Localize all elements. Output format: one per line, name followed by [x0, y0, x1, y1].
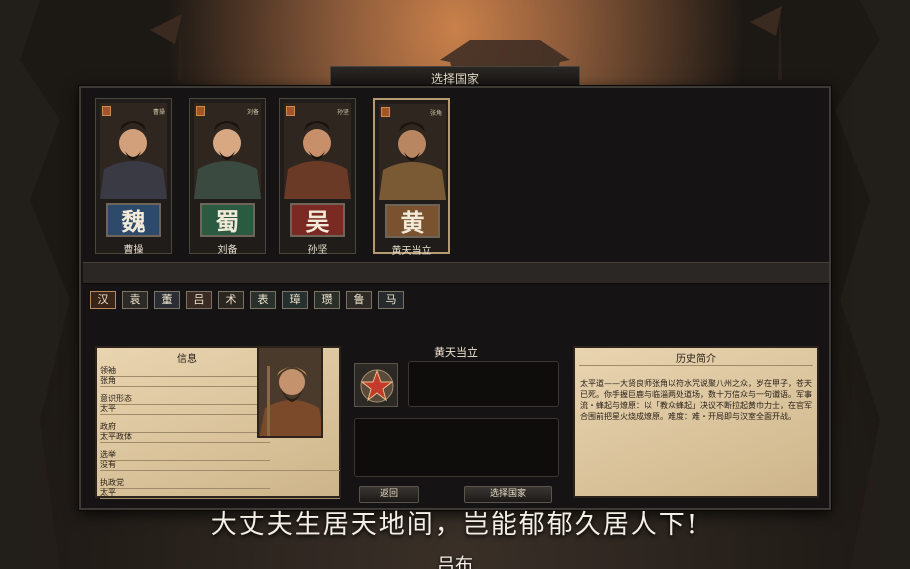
loading-quote: 大丈夫生居天地间，岂能郁郁久居人下!	[210, 510, 700, 540]
info-value: 太平	[100, 404, 270, 415]
faction-card[interactable]: 刘备蜀刘备	[189, 98, 266, 256]
minor-faction-button[interactable]: 表	[250, 291, 276, 309]
minor-faction-button[interactable]: 鲁	[346, 291, 372, 309]
faction-emblem: 魏	[106, 203, 161, 237]
faction-card[interactable]: 曹操魏曹操	[95, 98, 172, 256]
info-header: 信息	[177, 354, 197, 365]
faction-tag-icon	[381, 107, 390, 117]
faction-leader-subtitle: 孙坚	[336, 109, 349, 116]
leader-portrait	[257, 346, 323, 438]
history-header: 历史简介	[676, 354, 716, 365]
faction-name: 刘备	[217, 245, 238, 256]
minor-faction-button[interactable]: 璋	[282, 291, 308, 309]
faction-tag-icon	[196, 106, 205, 116]
info-value: 张角	[100, 376, 270, 387]
star-emblem-icon[interactable]	[354, 363, 398, 407]
selected-nation-title: 黄天当立	[434, 346, 478, 359]
minor-faction-button[interactable]: 董	[154, 291, 180, 309]
info-value: 太平政体	[100, 432, 270, 443]
minor-faction-button[interactable]: 瓒	[314, 291, 340, 309]
info-value: 太平	[100, 488, 340, 499]
select-country-button[interactable]: 选择国家	[464, 486, 552, 503]
faction-name: 曹操	[123, 245, 144, 256]
faction-leader-subtitle: 刘备	[246, 109, 259, 116]
minor-faction-button[interactable]: 术	[218, 291, 244, 309]
section-divider	[83, 262, 829, 284]
nation-details-box	[354, 418, 559, 477]
faction-leader-portrait	[284, 103, 351, 199]
quote-author: 吕布	[437, 555, 473, 569]
faction-leader-subtitle: 曹操	[152, 109, 165, 116]
faction-leader-portrait	[194, 103, 261, 199]
national-spirit-slot	[408, 361, 559, 407]
faction-tag-icon	[286, 106, 295, 116]
faction-emblem: 吴	[290, 203, 345, 237]
faction-card[interactable]: 孙坚吴孙坚	[279, 98, 356, 256]
faction-card[interactable]: 张角黄黄天当立	[373, 98, 450, 257]
history-header-divider	[579, 365, 813, 366]
faction-leader-portrait	[379, 104, 446, 200]
faction-leader-subtitle: 张角	[429, 110, 442, 117]
info-value: 没有	[100, 460, 340, 471]
minor-faction-button[interactable]: 吕	[186, 291, 212, 309]
faction-tag-icon	[102, 106, 111, 116]
back-button[interactable]: 返回	[359, 486, 419, 503]
faction-name: 孙坚	[307, 245, 328, 256]
country-select-panel: 曹操魏曹操 刘备蜀刘备 孙坚吴孙坚 张角黄黄天当立 汉袁董吕术表璋瓒鲁马 信息 领袖张…	[79, 86, 831, 510]
minor-faction-button[interactable]: 汉	[90, 291, 116, 309]
faction-name: 黄天当立	[391, 246, 432, 257]
minor-faction-button[interactable]: 袁	[122, 291, 148, 309]
faction-emblem: 蜀	[200, 203, 255, 237]
minor-faction-button[interactable]: 马	[378, 291, 404, 309]
faction-leader-portrait	[100, 103, 167, 199]
history-panel: 历史简介 太平道——大贤良师张角以符水咒说聚八州之众，岁在甲子，苍天已死。你手握…	[573, 346, 819, 498]
history-text: 太平道——大贤良师张角以符水咒说聚八州之众，岁在甲子，苍天已死。你手握巨鹿与临淄…	[580, 379, 812, 421]
faction-emblem: 黄	[385, 204, 440, 238]
